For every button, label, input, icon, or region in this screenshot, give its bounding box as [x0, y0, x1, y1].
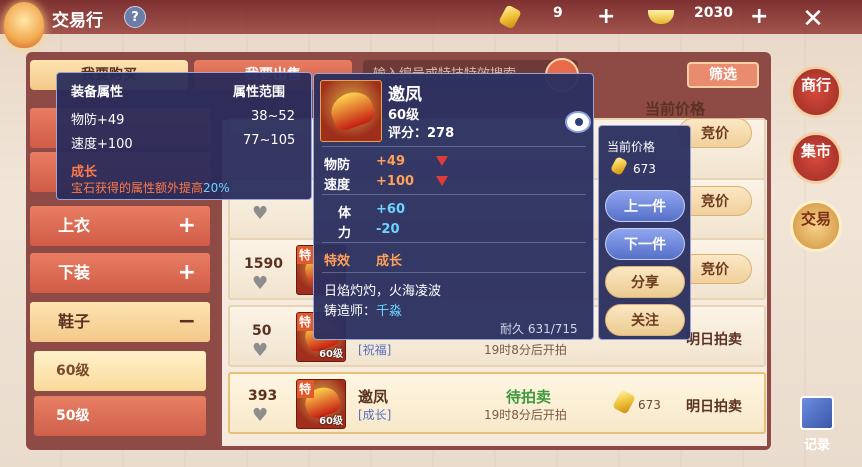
price-column-header: 当前价格	[645, 100, 706, 118]
maker-name: 千淼	[376, 304, 403, 319]
maker-line: 铸造师：千淼	[324, 300, 402, 319]
heart-icon[interactable]: ♥	[252, 407, 270, 425]
attr-col2: 属性范围	[233, 85, 286, 100]
sidebar-item-bottom[interactable]: 下装 +	[30, 253, 210, 293]
help-button[interactable]: ?	[124, 6, 146, 28]
add-currency2-button[interactable]: +	[750, 6, 768, 28]
attr-range: 77~105	[243, 133, 296, 148]
attr-col1: 装备属性	[71, 85, 124, 100]
attr-name: 速度+100	[71, 137, 133, 152]
stat-name: 物防	[324, 158, 351, 173]
special-badge: 特	[297, 313, 315, 331]
auction-status: 明日拍卖	[686, 399, 742, 415]
level-label: 60级	[319, 349, 343, 360]
extra-value: +60	[376, 202, 405, 217]
collapse-icon: −	[177, 309, 196, 334]
divider	[322, 242, 586, 243]
divider	[322, 194, 586, 195]
page-title: 交易行	[52, 11, 103, 31]
level-label: 60级	[319, 416, 343, 427]
durability: 耐久 631/715	[500, 322, 578, 336]
down-arrow-icon	[436, 156, 448, 166]
prev-item-button[interactable]: 上一件	[605, 190, 685, 222]
start-time: 19时8分后开拍	[484, 343, 567, 357]
sidebar-sub-50[interactable]: 50级	[34, 396, 206, 436]
expand-icon: +	[177, 213, 196, 238]
nav-trading-house[interactable]: 商行	[790, 66, 842, 118]
close-icon[interactable]: ✕	[798, 4, 828, 34]
extra-name: 力	[338, 226, 352, 241]
attr-name: 物防+49	[71, 113, 125, 128]
follow-button[interactable]: 关注	[605, 304, 685, 336]
item-tag: [成长]	[358, 408, 392, 422]
item-large-icon	[320, 80, 382, 142]
stat-value: +100	[376, 174, 415, 189]
stat-name: 速度	[324, 178, 351, 193]
eye-icon[interactable]	[565, 111, 591, 133]
down-arrow-icon	[436, 176, 448, 186]
record-button[interactable]: 记录	[792, 394, 842, 453]
price-value: 673	[633, 162, 656, 176]
item-detail-popup: 邀凤 60级 评分：278 物防 +49 速度 +100 体 +60 力 -20…	[313, 73, 594, 340]
fav-count: 1590	[244, 256, 283, 272]
item-icon[interactable]: 特 60级	[296, 379, 346, 429]
sidebar-item-label: 鞋子	[58, 312, 91, 331]
sidebar-item-shoes[interactable]: 鞋子 −	[30, 302, 210, 342]
expand-icon: +	[177, 260, 196, 285]
add-currency1-button[interactable]: +	[597, 6, 615, 28]
heart-icon[interactable]: ♥	[252, 205, 270, 223]
fav-count: 393	[248, 388, 278, 404]
next-item-button[interactable]: 下一件	[605, 228, 685, 260]
book-icon	[800, 396, 834, 430]
price-label: 当前价格	[607, 140, 656, 154]
lantern-icon	[4, 2, 44, 48]
item-level: 60级	[388, 108, 420, 123]
gold-bar-icon	[612, 389, 636, 415]
special-badge: 特	[297, 380, 315, 398]
record-label: 记录	[803, 438, 830, 453]
pending-status: 待拍卖	[506, 388, 552, 406]
item-description: 日焰灼灼，火海凌波	[324, 284, 442, 299]
extra-value: -20	[376, 222, 400, 237]
fav-count: 50	[252, 323, 272, 339]
attr-range: 38~52	[251, 109, 295, 124]
divider	[322, 146, 586, 147]
currency1-value: 9	[553, 5, 563, 21]
sidebar-item-label: 下装	[58, 263, 91, 282]
nav-market[interactable]: 集市	[790, 132, 842, 184]
start-time: 19时8分后开拍	[484, 408, 567, 422]
growth-desc-text: 宝石获得的属性额外提高	[71, 181, 204, 195]
item-name: 邀凤	[388, 85, 422, 105]
effect-label: 特效	[324, 254, 351, 269]
extra-name: 体	[338, 206, 352, 221]
attribute-tooltip: 装备属性 属性范围 物防+49 38~52 速度+100 77~105 成长 宝…	[56, 72, 312, 200]
maker-label: 铸造师：	[324, 304, 377, 319]
item-score: 评分：278	[388, 126, 455, 141]
nav-trade[interactable]: 交易	[790, 200, 842, 252]
growth-desc: 宝石获得的属性额外提高20%	[71, 179, 230, 196]
heart-icon[interactable]: ♥	[252, 342, 270, 360]
auction-status: 明日拍卖	[686, 332, 742, 348]
special-badge: 特	[297, 246, 315, 264]
share-button[interactable]: 分享	[605, 266, 685, 298]
growth-percent: 20%	[203, 181, 230, 195]
filter-button[interactable]: 筛选	[687, 62, 759, 88]
item-tag: [祝福]	[358, 343, 392, 357]
table-row-selected[interactable]: 393 ♥ 特 60级 邀凤 [成长] 待拍卖 19时8分后开拍 673 明日拍卖	[228, 372, 766, 434]
heart-icon[interactable]: ♥	[252, 275, 270, 293]
item-name: 邀凤	[358, 388, 389, 406]
shoe-icon	[326, 86, 378, 134]
divider	[322, 272, 586, 273]
currency2-value: 2030	[694, 5, 733, 21]
stat-value: +49	[376, 154, 405, 169]
gold-bar-icon	[609, 156, 629, 176]
sidebar-item-top[interactable]: 上衣 +	[30, 206, 210, 246]
growth-title: 成长	[71, 165, 98, 180]
sidebar-sub-60[interactable]: 60级	[34, 351, 206, 391]
effect-value: 成长	[376, 254, 403, 269]
sidebar-item-label: 上衣	[58, 216, 91, 235]
price-value: 673	[638, 398, 661, 412]
